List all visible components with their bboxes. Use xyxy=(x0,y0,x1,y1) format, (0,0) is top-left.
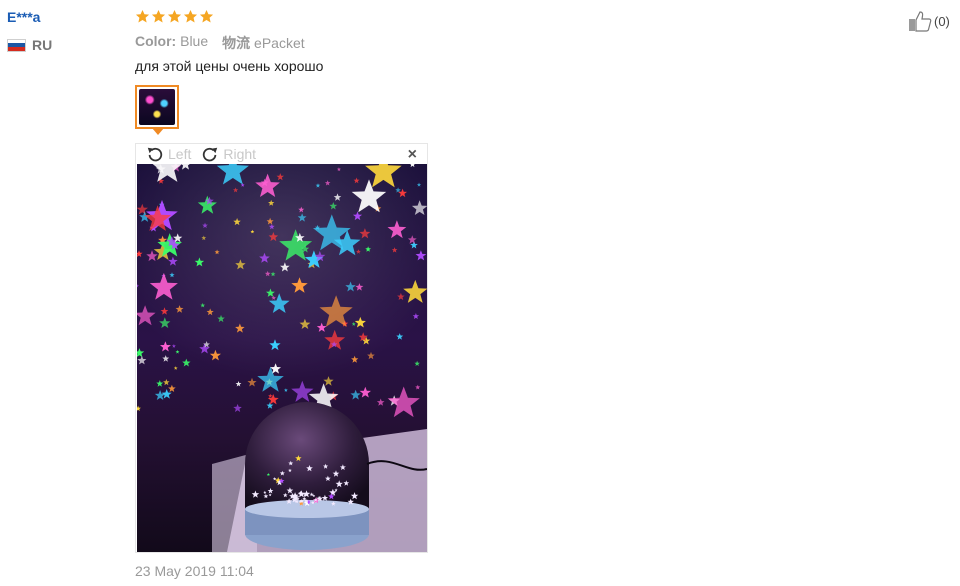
reviewer-country: RU xyxy=(7,37,52,53)
country-code: RU xyxy=(32,37,53,53)
rotate-right-button[interactable]: Right xyxy=(201,145,256,163)
logistics-value: ePacket xyxy=(254,35,305,51)
rotate-right-label: Right xyxy=(223,146,257,162)
star-icon xyxy=(183,9,198,23)
color-value: Blue xyxy=(180,33,209,49)
review-text: для этой цены очень хорошо xyxy=(135,58,324,74)
rotate-right-icon xyxy=(203,147,218,162)
star-icon xyxy=(151,9,166,23)
thumbnail-selected-indicator xyxy=(152,128,164,135)
rating-stars xyxy=(135,9,214,24)
review-date: 23 May 2019 11:04 xyxy=(135,563,254,579)
meta-color: Color: Blue xyxy=(135,33,208,53)
close-icon[interactable]: × xyxy=(408,146,417,164)
russia-flag-icon xyxy=(7,38,26,52)
reviewer-name[interactable]: E***a xyxy=(7,9,40,25)
star-icon xyxy=(167,9,182,23)
thumbs-up-icon xyxy=(909,11,932,32)
rotate-left-icon xyxy=(147,147,163,162)
review-photo xyxy=(137,164,427,552)
rotate-left-label: Left xyxy=(168,146,192,162)
viewer-toolbar: Left Right xyxy=(136,144,427,164)
review-photo-thumbnail[interactable] xyxy=(135,85,179,129)
thumbnail-image xyxy=(139,89,175,125)
color-key: Color: xyxy=(135,33,177,49)
rotate-left-button[interactable]: Left xyxy=(146,145,191,163)
logistics-key: 物流 xyxy=(222,35,251,51)
star-icon xyxy=(199,9,214,23)
star-icon xyxy=(135,9,150,23)
review-meta: Color: Blue 物流 ePacket xyxy=(135,33,305,53)
meta-logistics: 物流 ePacket xyxy=(222,33,304,53)
photo-viewer: Left Right × xyxy=(135,143,428,553)
like-button[interactable]: (0) xyxy=(908,10,950,32)
like-count: (0) xyxy=(934,13,950,29)
